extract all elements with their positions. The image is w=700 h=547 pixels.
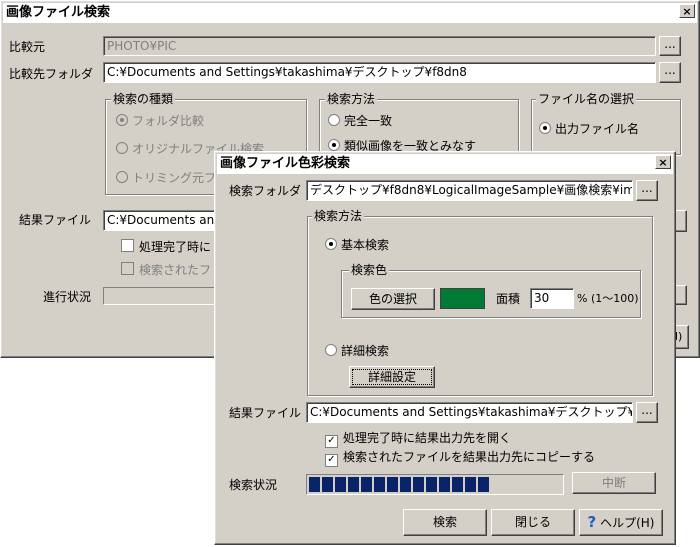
dialog-result-file-label: 結果ファイル	[229, 406, 302, 420]
main-window-title: 画像ファイル検索	[3, 3, 697, 23]
progress-block	[478, 477, 489, 492]
radio-exact-match[interactable]: 完全一致	[328, 113, 392, 129]
search-button[interactable]: 検索	[403, 509, 487, 536]
dialog-copy-found-checkbox[interactable]: ✓ 検索されたファイルを結果出力先にコピーする	[325, 449, 595, 467]
color-dialog-close-button[interactable]: ×	[655, 155, 671, 169]
area-unit-label: % (1〜100)	[577, 292, 639, 305]
search-status-label: 検索状況	[229, 478, 278, 492]
compare-source-field[interactable]: PHOTO¥PIC	[103, 36, 656, 56]
progress-block	[452, 477, 463, 492]
progress-block	[309, 477, 320, 492]
main-open-on-complete-checkbox[interactable]: 処理完了時に	[121, 239, 211, 255]
dialog-result-file-field[interactable]: C:¥Documents and Settings¥takashima¥デスクト…	[306, 402, 633, 423]
select-color-button[interactable]: 色の選択	[351, 288, 435, 310]
advanced-settings-button[interactable]: 詳細設定	[349, 366, 435, 388]
search-method-group-title: 検索方法	[325, 92, 378, 106]
compare-target-browse-button[interactable]: ...	[659, 62, 681, 83]
main-result-file-field[interactable]: C:¥Documents and	[103, 210, 223, 231]
color-swatch	[440, 288, 485, 309]
dialog-open-on-complete-checkbox[interactable]: ✓ 処理完了時に結果出力先を開く	[325, 430, 511, 448]
search-color-title: 検索色	[349, 263, 390, 277]
progress-block	[439, 477, 450, 492]
main-close-button[interactable]: ×	[679, 4, 695, 18]
main-progress-label: 進行状況	[43, 290, 92, 304]
compare-target-field[interactable]: C:¥Documents and Settings¥takashima¥デスクト…	[103, 62, 656, 83]
dialog-result-browse-button[interactable]: ...	[636, 402, 658, 423]
main-result-file-label: 結果ファイル	[19, 213, 92, 227]
area-label: 面積	[496, 292, 521, 306]
compare-source-browse-button[interactable]: ...	[659, 36, 681, 56]
search-folder-field[interactable]: デスクトップ¥f8dn8¥LogicalImageSample¥画像検索¥ima…	[306, 180, 633, 201]
progress-block	[361, 477, 372, 492]
help-button[interactable]: ? ヘルプ(H)	[579, 509, 663, 536]
search-folder-browse-button[interactable]: ...	[636, 180, 658, 201]
area-input[interactable]: 30	[530, 288, 574, 309]
color-dialog-title: 画像ファイル色彩検索	[217, 154, 673, 174]
progress-block	[335, 477, 346, 492]
filename-group-title: ファイル名の選択	[536, 92, 637, 106]
progress-block	[413, 477, 424, 492]
progress-block	[400, 477, 411, 492]
radio-folder-compare[interactable]: フォルダ比較	[116, 113, 204, 129]
radio-trim-source[interactable]: トリミング元ファ	[116, 170, 228, 186]
radio-advanced-search[interactable]: 詳細検索	[325, 343, 389, 359]
progress-block	[374, 477, 385, 492]
color-search-dialog: 画像ファイル色彩検索 × 検索フォルダ デスクトップ¥f8dn8¥Logical…	[214, 151, 676, 545]
abort-button[interactable]: 中断	[572, 472, 656, 494]
compare-target-label: 比較先フォルダ	[9, 67, 94, 81]
progress-block	[465, 477, 476, 492]
search-type-group-title: 検索の種類	[111, 92, 176, 106]
search-folder-label: 検索フォルダ	[229, 184, 302, 198]
help-icon: ?	[587, 513, 597, 531]
progress-block	[322, 477, 333, 492]
main-copy-found-checkbox[interactable]: 検索されたフ	[121, 262, 211, 278]
close-button[interactable]: 閉じる	[491, 509, 575, 536]
search-progress-bar	[306, 474, 564, 495]
progress-block	[426, 477, 437, 492]
progress-block	[348, 477, 359, 492]
radio-output-filename[interactable]: 出力ファイル名	[539, 121, 639, 137]
progress-block	[387, 477, 398, 492]
main-progress-bar	[103, 287, 223, 305]
compare-source-label: 比較元	[9, 40, 46, 54]
dialog-search-method-title: 検索方法	[312, 209, 365, 223]
radio-basic-search[interactable]: 基本検索	[325, 237, 389, 253]
